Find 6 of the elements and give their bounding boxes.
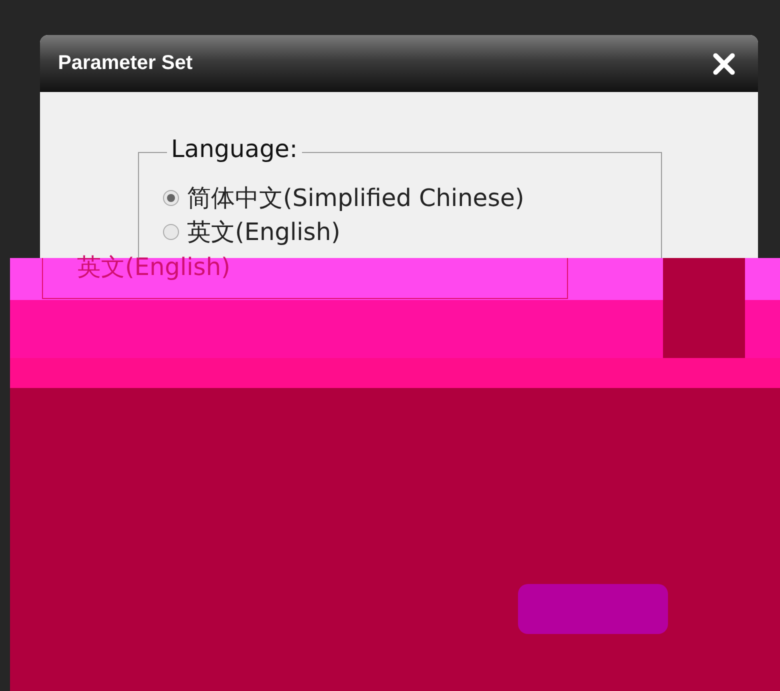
radio-button[interactable] (163, 190, 179, 206)
close-icon[interactable] (712, 52, 736, 76)
radio-button[interactable] (163, 224, 179, 240)
option-label: 英文(English) (187, 217, 340, 248)
option-label: 简体中文(Simplified Chinese) (187, 183, 524, 214)
window-title: Parameter Set (58, 52, 193, 75)
